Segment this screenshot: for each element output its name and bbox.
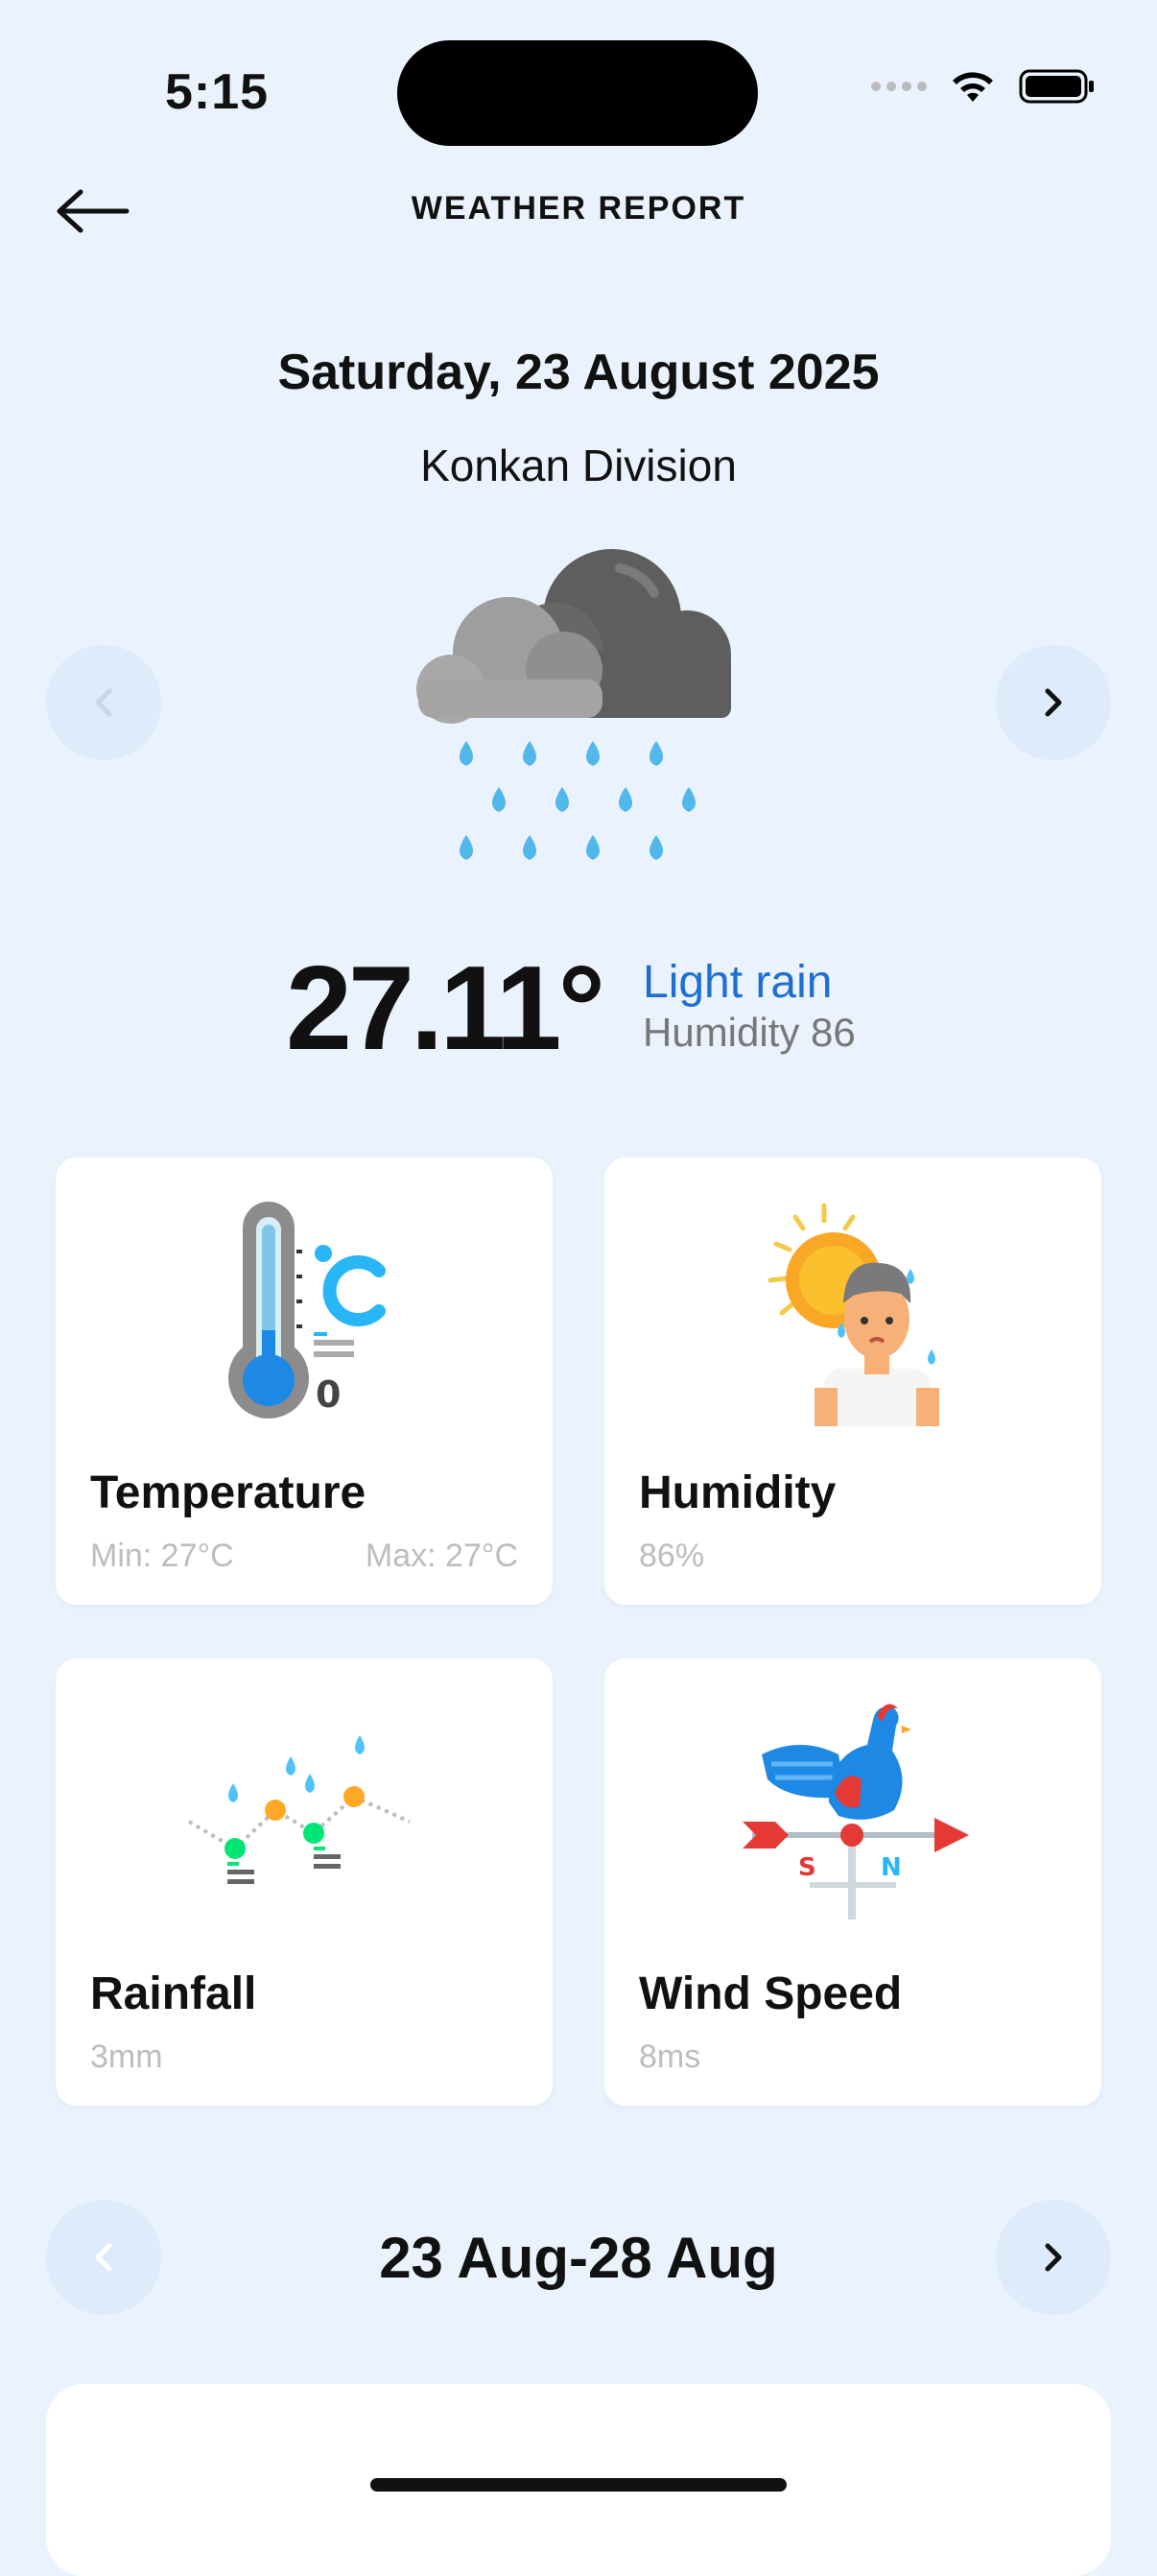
weathervane-icon: S N	[743, 1704, 969, 1920]
chevron-right-icon	[1045, 688, 1062, 717]
humidity-person-icon	[767, 1203, 939, 1426]
wifi-icon	[953, 72, 993, 102]
region-name: Konkan Division	[420, 441, 737, 490]
max-temperature: Max: 27°C	[365, 1538, 518, 1574]
temperature-card[interactable]: 0 Temperature Min: 27°C Max: 27°C	[56, 1157, 553, 1605]
next-range-button[interactable]	[996, 2200, 1111, 2315]
weather-condition: Light rain	[643, 957, 833, 1008]
min-temperature: Min: 27°C	[90, 1538, 234, 1574]
card-title: Temperature	[90, 1467, 366, 1518]
wind-speed-value: 8ms	[639, 2039, 701, 2075]
chevron-right-icon	[1045, 2243, 1062, 2272]
card-title: Rainfall	[90, 1968, 257, 2019]
humidity-value: 86%	[639, 1538, 705, 1574]
prev-day-button[interactable]	[46, 645, 161, 760]
rainfall-chart-icon	[187, 1735, 411, 1884]
thermometer-icon: 0	[228, 1202, 386, 1419]
current-temperature: 27.11°	[286, 942, 605, 1075]
signal-icon	[871, 82, 927, 91]
card-title: Humidity	[639, 1467, 837, 1518]
chevron-left-icon	[95, 688, 112, 717]
battery-icon	[1019, 69, 1094, 104]
svg-text:0: 0	[316, 1373, 341, 1416]
next-day-button[interactable]	[996, 645, 1111, 760]
forecast-range: 23 Aug-28 Aug	[379, 2226, 778, 2290]
rain-cloud-icon	[416, 549, 731, 860]
current-humidity: Humidity 86	[643, 1010, 856, 1055]
home-indicator[interactable]	[370, 2478, 787, 2492]
svg-text:N: N	[881, 1853, 902, 1882]
card-title: Wind Speed	[639, 1968, 903, 2019]
humidity-card[interactable]: Humidity 86%	[604, 1157, 1101, 1605]
rainfall-card[interactable]: Rainfall 3mm	[56, 1658, 553, 2106]
page-title: WEATHER REPORT	[411, 190, 746, 227]
dynamic-island	[397, 40, 758, 146]
rainfall-value: 3mm	[90, 2039, 163, 2075]
status-time: 5:15	[165, 64, 270, 120]
status-icons	[871, 67, 1096, 106]
current-date: Saturday, 23 August 2025	[277, 345, 880, 400]
svg-text:S: S	[798, 1853, 816, 1882]
wind-speed-card[interactable]: S N Wind Speed 8ms	[604, 1658, 1101, 2106]
